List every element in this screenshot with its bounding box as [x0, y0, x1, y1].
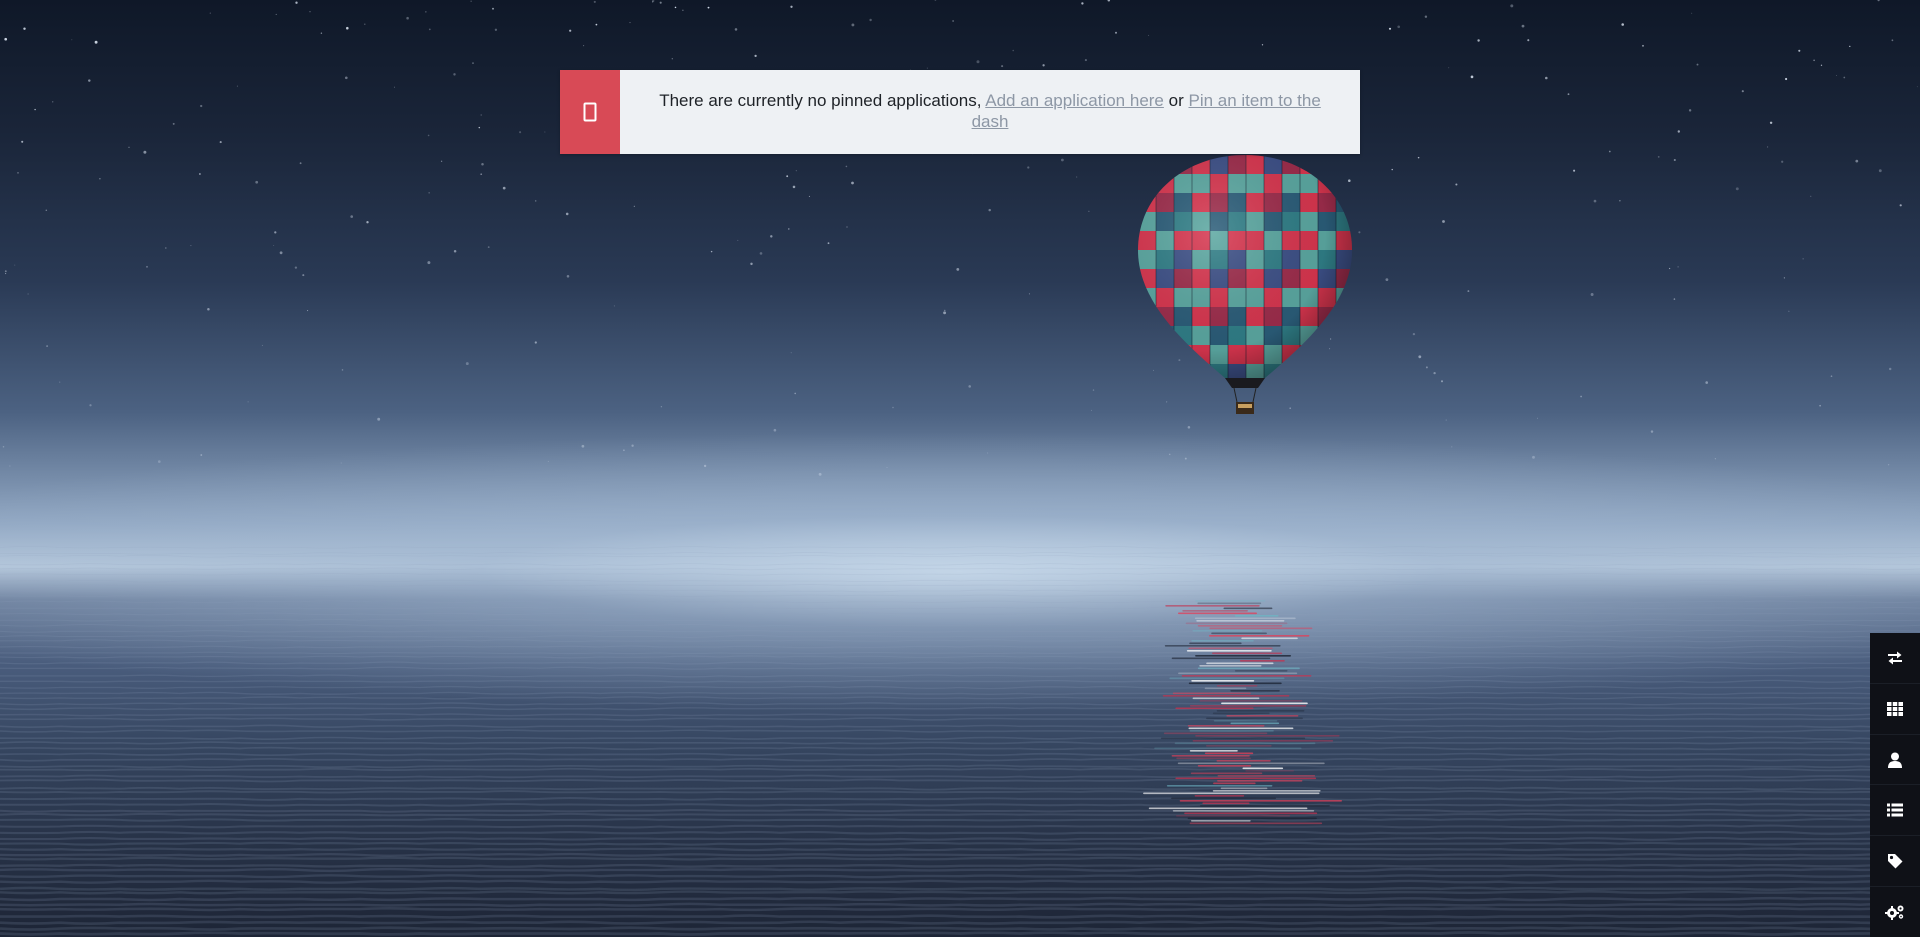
exchange-arrows-icon [1888, 651, 1902, 665]
items-list-button[interactable] [1870, 785, 1920, 837]
switch-view-button[interactable] [1870, 633, 1920, 684]
list-icon [1887, 803, 1903, 817]
settings-button[interactable] [1870, 887, 1920, 937]
balloon-reflection [1143, 600, 1342, 825]
cogs-icon [1885, 905, 1904, 921]
hot-air-balloon-image [1138, 155, 1352, 414]
tags-button[interactable] [1870, 836, 1920, 888]
notification-message: There are currently no pinned applicatio… [620, 70, 1360, 154]
notification-prefix: There are currently no pinned applicatio… [659, 91, 982, 110]
water-surface [0, 546, 1920, 936]
users-button[interactable] [1870, 735, 1920, 786]
background-wallpaper: There are currently no pinned applicatio… [0, 0, 1920, 937]
no-pinned-apps-notification: There are currently no pinned applicatio… [560, 70, 1360, 154]
grid-icon [1887, 701, 1903, 716]
tablet-icon [560, 70, 620, 154]
notification-connector: or [1168, 91, 1184, 110]
add-application-link[interactable]: Add an application here [985, 91, 1164, 110]
user-icon [1888, 752, 1902, 768]
applications-button[interactable] [1870, 684, 1920, 735]
right-sidebar [1870, 633, 1920, 937]
tag-icon [1888, 854, 1903, 869]
